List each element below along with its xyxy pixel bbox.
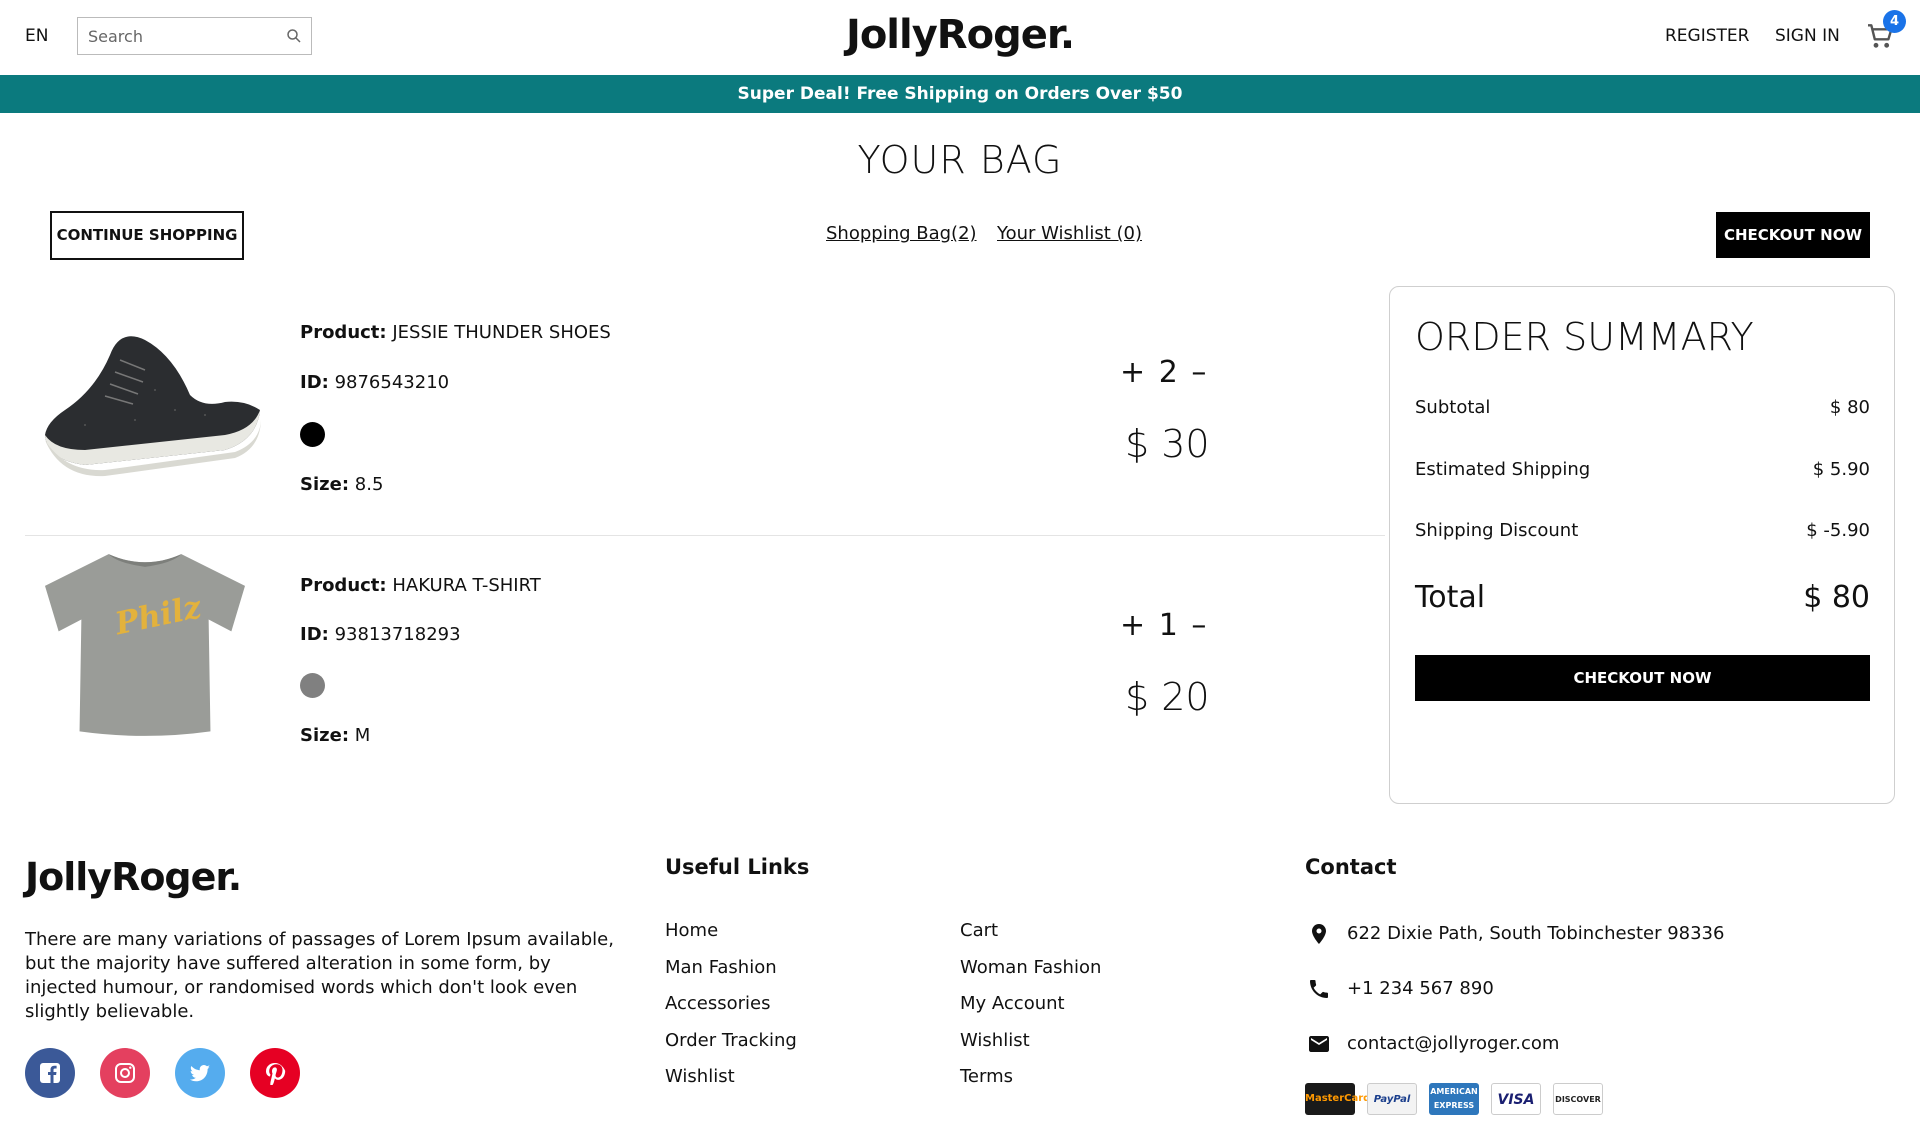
header: EN JollyRoger. REGISTER SIGN IN 4	[0, 0, 1920, 75]
product-label: Product:	[300, 575, 387, 596]
cart-item: Product: JESSIE THUNDER SHOES ID: 987654…	[25, 300, 1385, 535]
product-name: HAKURA T-SHIRT	[392, 575, 541, 596]
sign-in-link[interactable]: SIGN IN	[1775, 26, 1840, 46]
contact-email[interactable]: contact@jollyroger.com	[1347, 1033, 1559, 1054]
quantity-stepper: + 2 –	[1120, 355, 1208, 390]
discover-icon: DISCOVER	[1553, 1083, 1603, 1115]
product-id-row: ID: 93813718293	[300, 624, 461, 645]
size-label: Size:	[300, 725, 350, 746]
product-price: $ 20	[1125, 675, 1210, 719]
product-name-row: Product: HAKURA T-SHIRT	[300, 575, 541, 596]
quantity-value: 1	[1158, 608, 1180, 643]
order-summary: ORDER SUMMARY Subtotal $ 80 Estimated Sh…	[1389, 286, 1895, 804]
register-link[interactable]: REGISTER	[1665, 26, 1749, 46]
product-color-swatch	[300, 673, 325, 698]
id-label: ID:	[300, 372, 329, 393]
footer-description: There are many variations of passages of…	[25, 929, 614, 1022]
instagram-button[interactable]	[100, 1048, 150, 1098]
twitter-icon	[189, 1065, 210, 1082]
cart-item: Philz Product: HAKURA T-SHIRT ID: 938137…	[25, 545, 1385, 785]
product-size: M	[354, 725, 371, 746]
product-price: $ 30	[1125, 422, 1210, 466]
product-id: 9876543210	[334, 372, 450, 393]
discount-label: Shipping Discount	[1415, 520, 1579, 541]
total-row: Total $ 80	[1415, 580, 1870, 615]
quantity-value: 2	[1158, 355, 1180, 390]
contact-heading: Contact	[1305, 855, 1397, 879]
facebook-icon	[40, 1063, 60, 1083]
twitter-button[interactable]	[175, 1048, 225, 1098]
location-icon	[1312, 924, 1326, 944]
subtotal-row: Subtotal $ 80	[1415, 397, 1870, 418]
subtotal-label: Subtotal	[1415, 397, 1491, 418]
id-label: ID:	[300, 624, 329, 645]
footer-link-man-fashion[interactable]: Man Fashion	[665, 957, 777, 978]
item-divider	[25, 535, 1385, 536]
product-name-row: Product: JESSIE THUNDER SHOES	[300, 322, 611, 343]
checkout-now-button[interactable]: CHECKOUT NOW	[1716, 212, 1870, 258]
size-label: Size:	[300, 474, 350, 495]
quantity-plus-button[interactable]: +	[1120, 355, 1147, 390]
contact-phone[interactable]: +1 234 567 890	[1347, 978, 1494, 999]
product-image-tshirt[interactable]: Philz	[25, 545, 265, 745]
logo[interactable]: JollyRoger.	[0, 12, 1920, 58]
cart-badge: 4	[1883, 10, 1906, 33]
pinterest-icon	[266, 1063, 286, 1085]
mail-icon	[1309, 1036, 1329, 1052]
wishlist-tab[interactable]: Your Wishlist (0)	[997, 223, 1142, 244]
footer-link-order-tracking[interactable]: Order Tracking	[665, 1030, 797, 1051]
quantity-stepper: + 1 –	[1120, 608, 1208, 643]
phone-icon	[1310, 980, 1328, 998]
order-summary-title: ORDER SUMMARY	[1415, 315, 1754, 359]
paypal-icon: PayPal	[1367, 1083, 1417, 1115]
discount-value: $ -5.90	[1806, 520, 1870, 541]
contact-address: 622 Dixie Path, South Tobinchester 98336	[1347, 923, 1725, 944]
discount-row: Shipping Discount $ -5.90	[1415, 520, 1870, 541]
visa-icon: VISA	[1491, 1083, 1541, 1115]
footer-link-terms[interactable]: Terms	[960, 1066, 1013, 1087]
quantity-minus-button[interactable]: –	[1191, 608, 1208, 643]
footer-logo[interactable]: JollyRoger.	[25, 855, 242, 899]
product-label: Product:	[300, 322, 387, 343]
product-image-shoe[interactable]	[25, 300, 265, 500]
product-id: 93813718293	[334, 624, 461, 645]
product-size: 8.5	[354, 474, 384, 495]
product-name: JESSIE THUNDER SHOES	[392, 322, 611, 343]
footer-link-my-account[interactable]: My Account	[960, 993, 1065, 1014]
product-size-row: Size: 8.5	[300, 474, 383, 495]
footer-link-accessories[interactable]: Accessories	[665, 993, 771, 1014]
subtotal-value: $ 80	[1829, 397, 1870, 418]
useful-links-heading: Useful Links	[665, 855, 810, 879]
pinterest-button[interactable]	[250, 1048, 300, 1098]
mastercard-icon: MasterCard	[1305, 1083, 1370, 1115]
facebook-button[interactable]	[25, 1048, 75, 1098]
total-label: Total	[1415, 580, 1486, 615]
product-size-row: Size: M	[300, 725, 370, 746]
shopping-bag-tab[interactable]: Shopping Bag(2)	[826, 223, 977, 244]
shipping-row: Estimated Shipping $ 5.90	[1415, 459, 1870, 480]
product-id-row: ID: 9876543210	[300, 372, 449, 393]
promo-banner: Super Deal! Free Shipping on Orders Over…	[0, 75, 1920, 113]
quantity-plus-button[interactable]: +	[1120, 608, 1147, 643]
instagram-icon	[115, 1063, 135, 1083]
product-color-swatch	[300, 422, 325, 447]
footer-link-woman-fashion[interactable]: Woman Fashion	[960, 957, 1101, 978]
footer-link-cart[interactable]: Cart	[960, 920, 998, 941]
shipping-label: Estimated Shipping	[1415, 459, 1591, 480]
total-value: $ 80	[1803, 580, 1870, 615]
quantity-minus-button[interactable]: –	[1191, 355, 1208, 390]
shipping-value: $ 5.90	[1812, 459, 1870, 480]
page-title: YOUR BAG	[857, 138, 1063, 182]
amex-icon: AMERICAN EXPRESS	[1429, 1083, 1479, 1115]
summary-checkout-button[interactable]: CHECKOUT NOW	[1415, 655, 1870, 701]
footer-link-wishlist[interactable]: Wishlist	[665, 1066, 735, 1087]
footer-link-home[interactable]: Home	[665, 920, 718, 941]
footer-link-wishlist-2[interactable]: Wishlist	[960, 1030, 1030, 1051]
continue-shopping-button[interactable]: CONTINUE SHOPPING	[50, 211, 244, 260]
